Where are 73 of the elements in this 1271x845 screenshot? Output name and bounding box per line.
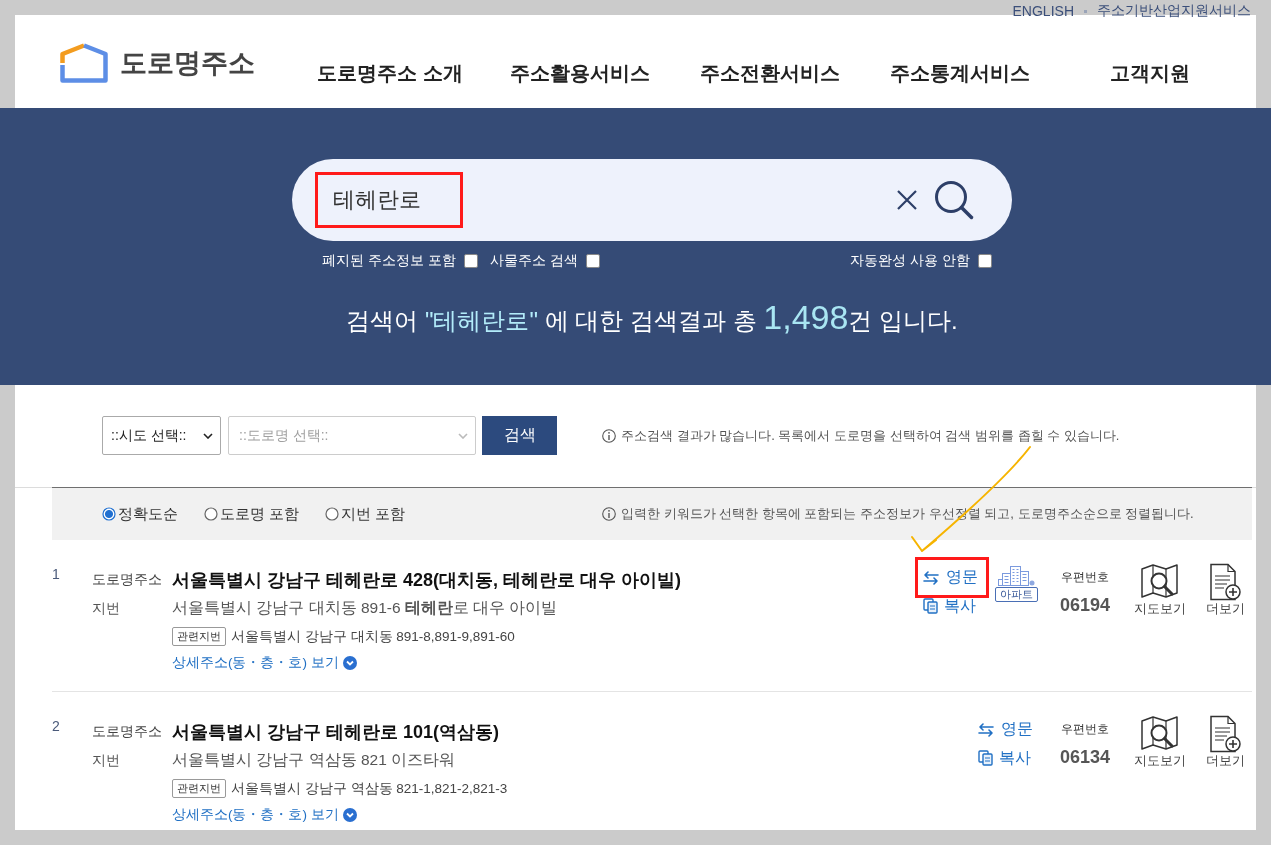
info-icon — [602, 507, 616, 521]
nav-menu-item[interactable]: 고객지원 — [1110, 61, 1190, 85]
related-lot-address: 서울특별시 강남구 역삼동 821-1,821-2,821-3 — [231, 779, 508, 798]
nav-menu-item[interactable]: 주소전환서비스 — [700, 61, 840, 85]
postal-code: 06134 — [1059, 746, 1111, 768]
postal-code: 06194 — [1059, 594, 1111, 616]
close-icon[interactable] — [896, 189, 918, 211]
checkbox[interactable] — [463, 254, 478, 268]
document-plus-icon — [1209, 715, 1241, 753]
info-icon — [602, 428, 616, 443]
copy-button[interactable]: 복사 — [915, 596, 976, 616]
radio-button[interactable] — [325, 507, 340, 521]
option-label: 사물주소 검색 — [489, 252, 578, 270]
radio-button[interactable] — [102, 507, 116, 521]
more-button[interactable]: 더보기 — [1204, 557, 1246, 617]
building-type-tag: 아파트 — [994, 587, 1038, 602]
copy-icon — [978, 750, 993, 766]
copy-button[interactable]: 복사 — [970, 748, 1031, 768]
search-button[interactable]: 검색 — [482, 416, 557, 455]
map-view-button[interactable]: 지도보기 — [1134, 557, 1186, 617]
detail-address-link[interactable]: 상세주소(동・층・호) 보기 — [172, 654, 357, 672]
swap-arrows-icon — [923, 570, 939, 585]
address-type-label: 지번 — [92, 751, 121, 770]
detail-address-link[interactable]: 상세주소(동・층・호) 보기 — [172, 806, 357, 824]
related-lot-address: 서울특별시 강남구 대치동 891-8,891-9,891-60 — [231, 627, 515, 646]
result-number: 2 — [52, 718, 61, 734]
address-type-label: 도로명주소 — [92, 571, 163, 589]
address-type-label: 도로명주소 — [92, 723, 163, 741]
caret-icon — [203, 432, 213, 439]
map-magnifier-icon — [1140, 715, 1180, 753]
checkbox[interactable] — [978, 254, 992, 268]
road-address: 서울특별시 강남구 테헤란로 101(역삼동) — [172, 721, 501, 744]
sort-option-label[interactable]: 지번 포함 — [341, 504, 406, 524]
search-result-summary: 검색어 "테헤란로" 에 대한 검색결과 총 1,498건 입니다. — [345, 297, 959, 338]
caret-icon — [458, 432, 468, 439]
road-address: 서울특별시 강남구 테헤란로 428(대치동, 테헤란로 대우 아이빌) — [172, 569, 682, 592]
nav-menu-item[interactable]: 주소통계서비스 — [890, 61, 1030, 85]
nav-menu-item[interactable]: 주소활용서비스 — [510, 61, 650, 85]
result-number: 1 — [52, 566, 61, 582]
map-magnifier-icon — [1140, 563, 1180, 601]
search-icon[interactable] — [934, 180, 974, 220]
postal-code-label: 우편번호 — [1061, 722, 1109, 737]
top-link[interactable]: 주소기반산업지원서비스 — [1097, 2, 1251, 20]
house-icon — [60, 43, 108, 83]
copy-icon — [923, 598, 938, 614]
related-lot-tag: 관련지번 — [172, 779, 226, 798]
dot-separator-icon — [1084, 9, 1087, 13]
chevron-down-icon — [342, 808, 357, 822]
lot-address: 서울특별시 강남구 역삼동 821 이즈타워 — [172, 750, 457, 770]
chevron-down-icon — [342, 656, 357, 670]
postal-code-label: 우편번호 — [1061, 570, 1109, 585]
document-plus-icon — [1209, 563, 1241, 601]
radio-button[interactable] — [204, 507, 218, 521]
nav-menu-item[interactable]: 도로명주소 소개 — [317, 61, 463, 85]
search-input[interactable]: 테헤란로 — [315, 172, 463, 228]
swap-arrows-icon — [978, 722, 994, 737]
checkbox[interactable] — [585, 254, 600, 268]
map-view-button[interactable]: 지도보기 — [1134, 709, 1186, 769]
address-type-label: 지번 — [92, 599, 121, 618]
more-button[interactable]: 더보기 — [1204, 709, 1246, 769]
english-address-button[interactable]: 영문 — [915, 557, 989, 598]
english-address-button[interactable]: 영문 — [970, 709, 1044, 750]
lot-address: 서울특별시 강남구 대치동 891-6 테헤란로 대우 아이빌 — [172, 598, 559, 618]
province-select[interactable]: ::시도 선택:: — [102, 416, 221, 455]
top-link[interactable]: ENGLISH — [1012, 3, 1074, 19]
home-logo[interactable]: 도로명주소 — [60, 43, 260, 83]
option-label: 자동완성 사용 안함 — [850, 252, 970, 270]
buildings-icon — [997, 566, 1035, 586]
option-label: 폐지된 주소정보 포함 — [322, 252, 456, 270]
related-lot-tag: 관련지번 — [172, 627, 226, 646]
sort-option-label[interactable]: 정확도순 — [118, 504, 178, 524]
sort-option-label[interactable]: 도로명 포함 — [220, 504, 300, 524]
notice-text: 주소검색 결과가 많습니다. 목록에서 도로명을 선택하여 검색 범위를 좁힐 수 있습니다. — [621, 426, 1120, 445]
